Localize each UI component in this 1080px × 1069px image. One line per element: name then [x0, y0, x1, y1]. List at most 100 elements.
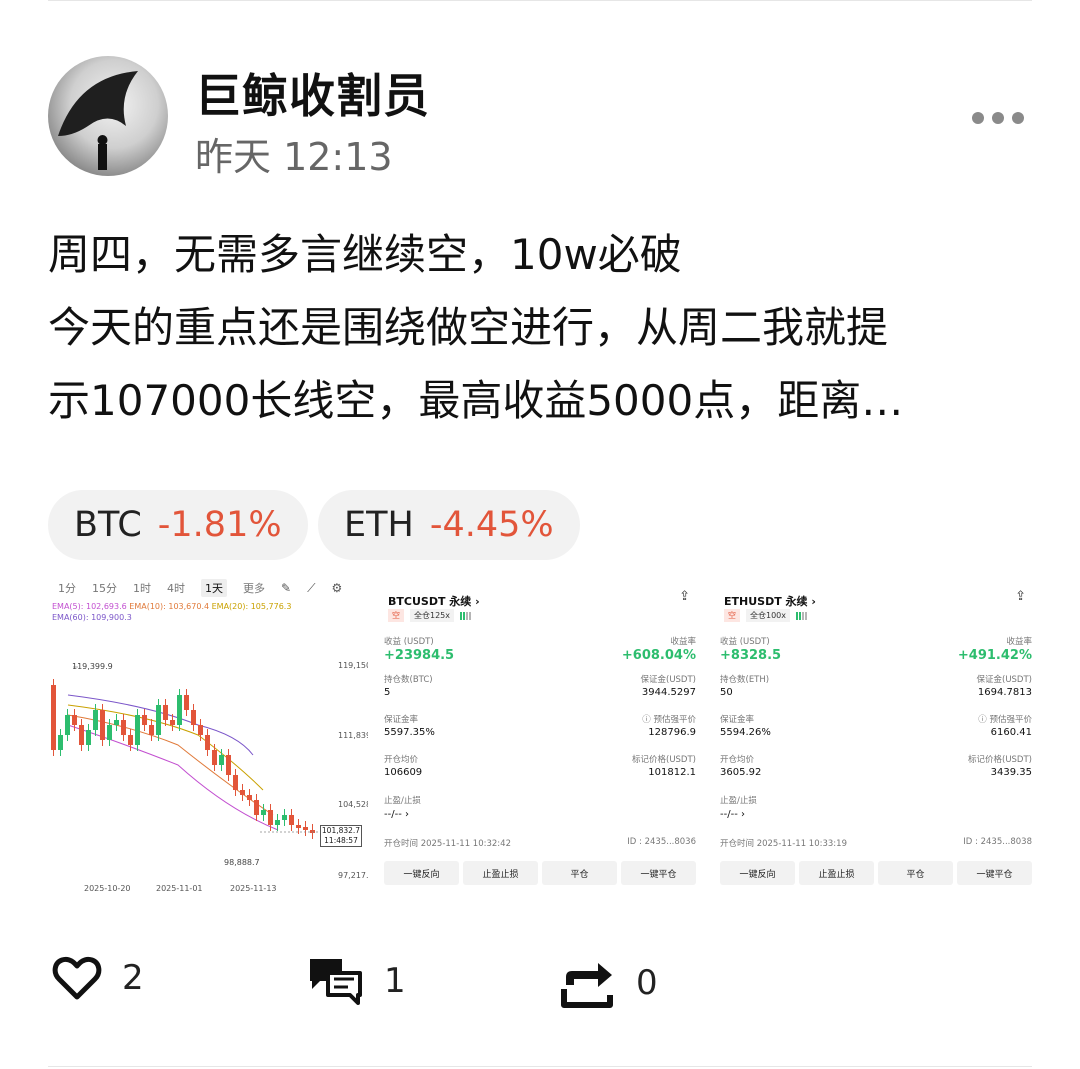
date-tick: 2025-10-20: [84, 884, 131, 893]
ratio-label: 保证金率: [384, 715, 419, 725]
tpsl-label: 止盈/止损: [720, 796, 757, 806]
price-tick: 97,217.6: [338, 871, 368, 880]
candle: [226, 755, 231, 775]
share-icon[interactable]: ⇪: [679, 589, 690, 604]
reverse-button[interactable]: 一键反向: [384, 861, 459, 885]
margin-value: 3944.5297: [641, 687, 696, 698]
tpsl-label: 止盈/止损: [384, 796, 421, 806]
candle: [51, 685, 56, 750]
candle: [58, 735, 63, 750]
ratio-value: 5597.35%: [384, 727, 435, 738]
high-price-label: 119,399.9: [72, 662, 113, 671]
candle: [303, 827, 308, 830]
close-all-button[interactable]: 一键平仓: [621, 861, 696, 885]
author-name[interactable]: 巨鲸收割员: [195, 60, 430, 126]
post-line: 周四，无需多言继续空，10w必破: [48, 230, 682, 279]
share-icon[interactable]: ⇪: [1015, 589, 1026, 604]
reverse-button[interactable]: 一键反向: [720, 861, 795, 885]
ticker-chip-btc[interactable]: BTC -1.81%: [48, 490, 308, 560]
tpsl-button[interactable]: 止盈止损: [799, 861, 874, 885]
top-divider: [48, 0, 1032, 1]
share-button[interactable]: 0: [560, 955, 658, 1011]
size-value: 50: [720, 687, 733, 698]
position-id[interactable]: ID : 2435...8038: [963, 837, 1032, 847]
side-badge: 空: [724, 609, 740, 622]
like-button[interactable]: 2: [52, 955, 144, 1001]
countdown: 11:48:57: [324, 836, 358, 845]
post-text[interactable]: 周四，无需多言继续空，10w必破 今天的重点还是围绕做空进行，从周二我就提 示1…: [48, 218, 1038, 437]
entry-label: 开仓均价: [384, 755, 419, 765]
position-id[interactable]: ID : 2435...8036: [627, 837, 696, 847]
ticker-symbol: ETH: [344, 505, 414, 545]
comment-button[interactable]: 1: [306, 955, 406, 1007]
candle: [86, 730, 91, 745]
candle: [128, 735, 133, 745]
position-badges: 空 全仓100x: [724, 609, 808, 622]
tpsl-button[interactable]: 止盈止损: [463, 861, 538, 885]
position-title[interactable]: ETHUSDT 永续 ›: [724, 593, 816, 609]
candle: [198, 725, 203, 735]
eth-position-image[interactable]: ETHUSDT 永续 › ⇪ 空 全仓100x 收益 (USDT) 收益率 +8…: [716, 575, 1036, 895]
size-label: 持仓数(BTC): [384, 675, 433, 685]
date-tick: 2025-11-13: [230, 884, 277, 893]
close-all-button[interactable]: 一键平仓: [957, 861, 1032, 885]
entry-value: 106609: [384, 767, 423, 778]
close-button[interactable]: 平仓: [878, 861, 953, 885]
low-price-label: 98,888.7: [224, 858, 260, 867]
candle: [79, 725, 84, 745]
candle: [107, 725, 112, 740]
share-count: 0: [636, 963, 658, 1003]
date-tick: 2025-11-01: [156, 884, 203, 893]
mark-value: 101812.1: [648, 767, 696, 778]
candle: [205, 735, 210, 750]
tpsl-value[interactable]: --/-- ›: [720, 809, 745, 820]
roi-value: +608.04%: [621, 648, 696, 663]
candle: [219, 755, 224, 765]
position-badges: 空 全仓125x: [388, 609, 472, 622]
size-value: 5: [384, 687, 391, 698]
avatar[interactable]: [48, 56, 168, 176]
liq-value: 128796.9: [648, 727, 696, 738]
price-tick: 111,839.2: [338, 731, 368, 740]
current-price-box: 101,832.7 11:48:57: [320, 825, 362, 847]
liq-label: ⓘ 预估强平价: [642, 715, 696, 725]
margin-label: 保证金(USDT): [640, 675, 697, 685]
post-line: 示107000长线空，最高收益5000点，距离…: [48, 376, 904, 425]
candle: [156, 705, 161, 735]
tpsl-value[interactable]: --/-- ›: [384, 809, 409, 820]
liq-value: 6160.41: [990, 727, 1032, 738]
candle: [149, 725, 154, 735]
close-button[interactable]: 平仓: [542, 861, 617, 885]
candle: [93, 710, 98, 730]
leverage-badge: 全仓100x: [746, 609, 791, 622]
roi-value: +491.42%: [957, 648, 1032, 663]
entry-value: 3605.92: [720, 767, 762, 778]
position-title[interactable]: BTCUSDT 永续 ›: [388, 593, 480, 609]
candle: [100, 710, 105, 740]
candle: [177, 695, 182, 725]
candle: [142, 715, 147, 725]
size-label: 持仓数(ETH): [720, 675, 770, 685]
candle: [282, 815, 287, 820]
margin-label: 保证金(USDT): [976, 675, 1033, 685]
kline-image[interactable]: 1分 15分 1时 4时 1天 更多 ✎ ⟋ ⚙ EMA(5): 102,693…: [48, 575, 368, 895]
price-tick: 119,150.1: [338, 661, 368, 670]
candle: [254, 800, 259, 815]
repost-icon: [561, 963, 613, 1008]
comment-icon: [310, 959, 362, 1005]
leverage-badge: 全仓125x: [410, 609, 455, 622]
more-icon[interactable]: [972, 108, 1032, 128]
ratio-label: 保证金率: [720, 715, 755, 725]
entry-label: 开仓均价: [720, 755, 755, 765]
ticker-change: -4.45%: [429, 505, 554, 545]
signal-bars-icon: [796, 611, 808, 620]
candle: [170, 720, 175, 725]
candle: [184, 695, 189, 710]
candle: [275, 820, 280, 825]
candle: [121, 720, 126, 735]
mark-label: 标记价格(USDT): [968, 755, 1032, 765]
post-line: 今天的重点还是围绕做空进行，从周二我就提: [48, 303, 889, 352]
pnl-label: 收益 (USDT): [384, 637, 434, 647]
ticker-chip-eth[interactable]: ETH -4.45%: [318, 490, 580, 560]
btc-position-image[interactable]: BTCUSDT 永续 › ⇪ 空 全仓125x 收益 (USDT) 收益率 +2…: [380, 575, 700, 895]
